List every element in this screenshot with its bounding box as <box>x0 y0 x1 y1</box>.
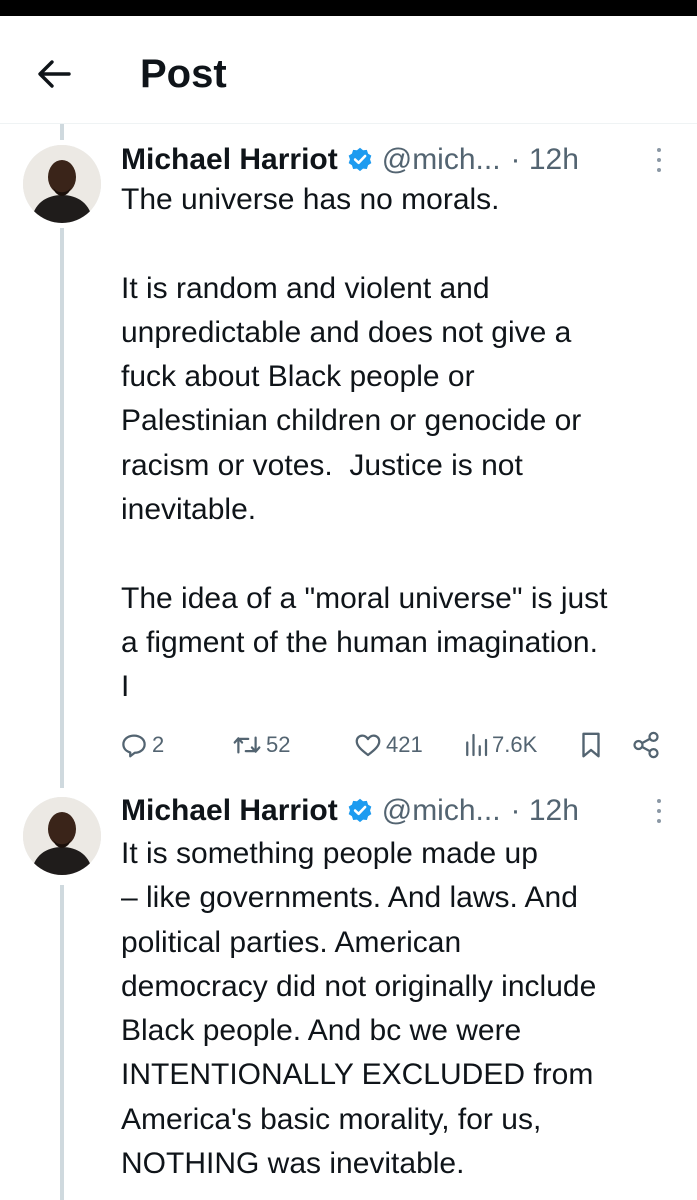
post-header: Michael Harriot @mich... · 12h <box>121 140 579 180</box>
verified-badge-icon <box>346 146 374 174</box>
status-bar <box>0 0 697 16</box>
like-button[interactable]: 421 <box>353 725 423 765</box>
author-name[interactable]: Michael Harriot <box>121 143 338 177</box>
reply-count: 2 <box>152 732 165 757</box>
verified-badge-icon <box>346 797 374 825</box>
post-text: It is something people made up – like go… <box>121 837 597 1181</box>
share-button[interactable] <box>631 725 661 765</box>
views-button[interactable]: 7.6K <box>463 725 537 765</box>
post-actions: 2 52 421 7.6K <box>119 725 669 765</box>
post-header: Michael Harriot @mich... · 12h <box>121 791 579 831</box>
view-count: 7.6K <box>492 732 538 757</box>
repost-button[interactable]: 52 <box>231 725 290 765</box>
thread-line-top <box>60 124 64 140</box>
post-2[interactable]: Michael Harriot @mich... · 12h It is som… <box>0 791 697 1200</box>
avatar[interactable] <box>23 145 101 223</box>
reply-button[interactable]: 2 <box>119 725 164 765</box>
heart-icon <box>355 734 381 757</box>
repost-count: 52 <box>266 732 291 757</box>
back-arrow-icon <box>38 60 71 88</box>
share-icon <box>633 731 659 759</box>
like-count: 421 <box>386 732 423 757</box>
bookmark-button[interactable] <box>577 725 605 765</box>
author-handle[interactable]: @mich... <box>382 143 501 177</box>
author-name[interactable]: Michael Harriot <box>121 794 338 828</box>
post-timestamp[interactable]: · 12h <box>511 794 579 828</box>
avatar[interactable] <box>23 797 101 875</box>
reply-icon <box>122 734 146 758</box>
post-1[interactable]: Michael Harriot @mich... · 12h The unive… <box>0 140 697 790</box>
more-options-icon[interactable] <box>649 144 669 176</box>
top-app-bar: Post <box>0 16 697 124</box>
post-text: The universe has no morals. It is random… <box>121 183 608 704</box>
author-handle[interactable]: @mich... <box>382 794 501 828</box>
views-chart-icon <box>466 733 488 757</box>
repost-icon <box>233 736 261 754</box>
back-button[interactable] <box>30 50 78 98</box>
more-options-icon[interactable] <box>649 795 669 827</box>
page-title: Post <box>140 52 227 96</box>
post-timestamp[interactable]: · 12h <box>511 143 579 177</box>
bookmark-icon <box>582 732 600 758</box>
